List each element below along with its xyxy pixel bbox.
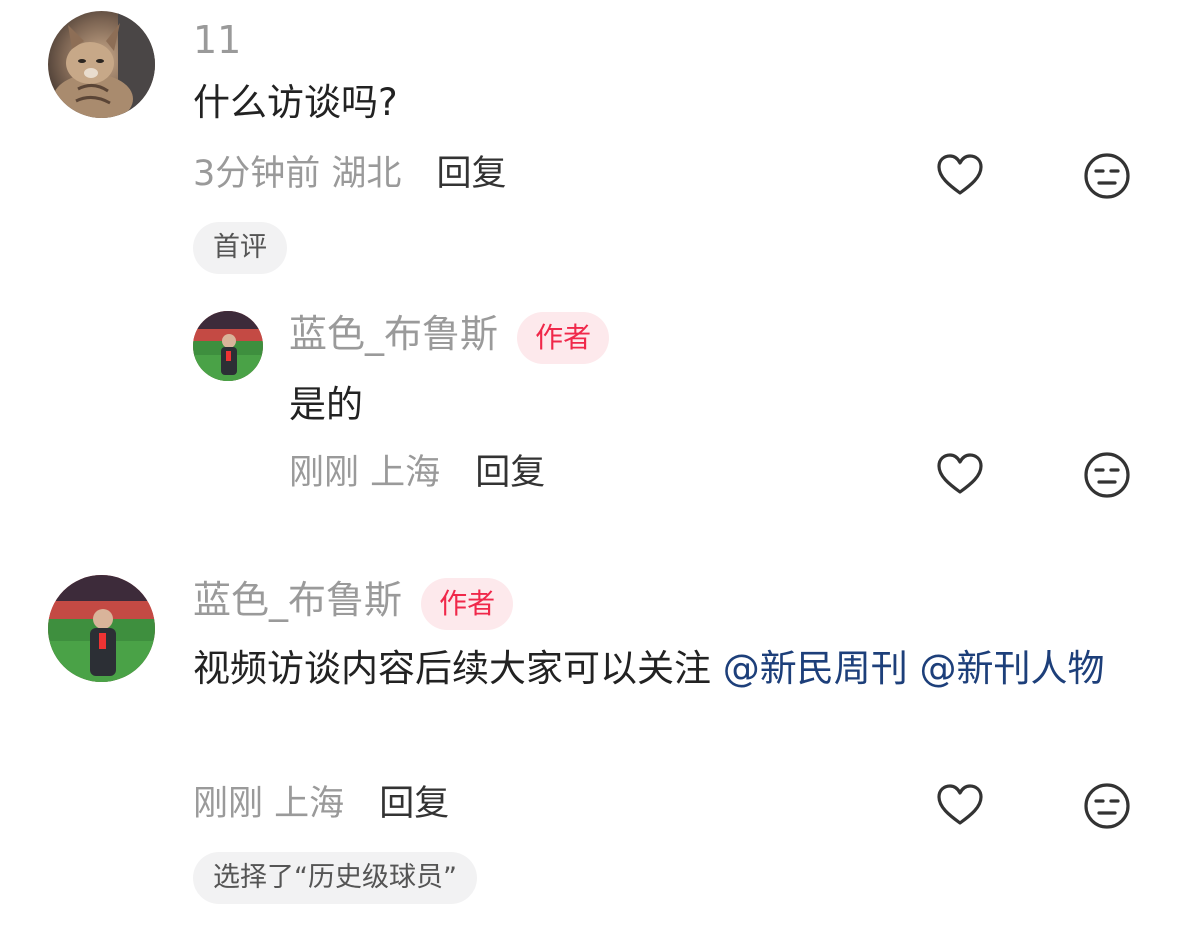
reply-username[interactable]: 蓝色_布鲁斯 — [289, 312, 498, 356]
meh-face-icon — [1084, 783, 1130, 829]
vote-choice-tag: 选择了“历史级球员” — [193, 852, 477, 904]
author-badge: 作者 — [421, 578, 514, 630]
reply-button[interactable]: 回复 — [475, 453, 545, 493]
reply-content: 是的 — [289, 383, 363, 426]
comment-username[interactable]: 蓝色_布鲁斯 — [193, 578, 402, 622]
like-button[interactable] — [935, 151, 985, 201]
like-button[interactable] — [935, 781, 985, 831]
reply-button[interactable]: 回复 — [436, 154, 506, 194]
dislike-button[interactable] — [1082, 781, 1132, 831]
heart-outline-icon — [937, 154, 983, 195]
comment-text: 视频访谈内容后续大家可以关注 — [193, 647, 711, 690]
meh-face-icon — [1084, 452, 1130, 498]
comment-meta: 3分钟前 湖北 回复 — [193, 154, 507, 194]
comment-time: 刚刚 — [193, 784, 264, 824]
comment-content: 什么访谈吗? — [193, 81, 398, 124]
dislike-button[interactable] — [1082, 450, 1132, 500]
author-badge: 作者 — [517, 312, 610, 364]
stadium-avatar-image — [193, 311, 263, 381]
avatar-stadium[interactable] — [193, 311, 263, 381]
reply-header: 蓝色_布鲁斯 作者 — [289, 312, 610, 364]
mention-link[interactable]: @新刊人物 — [920, 647, 1105, 690]
first-comment-tag: 首评 — [193, 222, 287, 274]
comment-time: 3分钟前 — [193, 154, 321, 194]
reply-time: 刚刚 — [289, 453, 360, 493]
reply-meta: 刚刚 上海 回复 — [289, 453, 545, 493]
like-button[interactable] — [935, 450, 985, 500]
comment-header: 蓝色_布鲁斯 作者 — [193, 578, 514, 630]
mention-link[interactable]: @新民周刊 — [723, 647, 908, 690]
heart-outline-icon — [937, 784, 983, 825]
stadium-avatar-image — [48, 575, 155, 682]
comment-content: 视频访谈内容后续大家可以关注 @新民周刊 @新刊人物 — [193, 638, 1123, 700]
reply-button[interactable]: 回复 — [379, 784, 449, 824]
avatar-cat[interactable] — [48, 11, 155, 118]
dislike-button[interactable] — [1082, 151, 1132, 201]
heart-outline-icon — [937, 453, 983, 494]
cat-avatar-image — [48, 11, 155, 118]
comment-username[interactable]: 11 — [193, 18, 241, 62]
comment-location: 湖北 — [331, 154, 402, 194]
comment-meta: 刚刚 上海 回复 — [193, 784, 449, 824]
meh-face-icon — [1084, 153, 1130, 199]
comment-location: 上海 — [274, 784, 345, 824]
avatar-stadium[interactable] — [48, 575, 155, 682]
reply-location: 上海 — [370, 453, 441, 493]
